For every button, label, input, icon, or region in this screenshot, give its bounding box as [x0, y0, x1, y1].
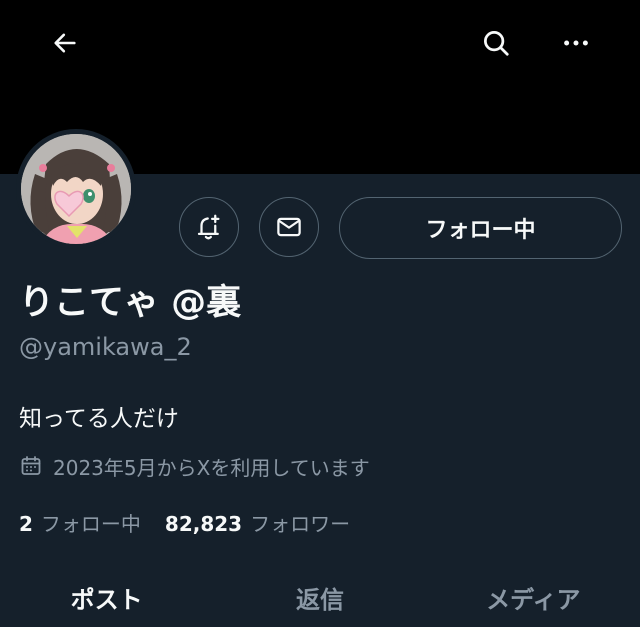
search-button[interactable] — [474, 21, 518, 65]
following-button[interactable]: フォロー中 — [339, 197, 622, 259]
following-count: 2 — [19, 512, 33, 536]
profile-tabs: ポスト 返信 メディア — [0, 568, 640, 627]
tab-media[interactable]: メディア — [427, 568, 640, 627]
mail-icon — [277, 217, 301, 237]
more-button[interactable] — [554, 21, 598, 65]
joined-text: 2023年5月からXを利用しています — [53, 455, 370, 480]
joined-date: 2023年5月からXを利用しています — [19, 452, 370, 480]
arrow-left-icon — [54, 33, 76, 53]
tab-replies[interactable]: 返信 — [213, 568, 426, 627]
more-horizontal-icon — [564, 40, 588, 46]
followers-count: 82,823 — [164, 512, 243, 536]
message-button[interactable] — [259, 197, 319, 257]
profile-stats: 2 フォロー中 82,823 フォロワー — [19, 508, 350, 537]
search-icon — [484, 31, 509, 56]
profile-bio: 知ってる人だけ — [19, 406, 179, 432]
bell-plus-icon — [197, 214, 220, 240]
followers-label: フォロワー — [250, 512, 351, 536]
calendar-icon — [21, 456, 41, 475]
notifications-button[interactable] — [179, 197, 239, 257]
avatar[interactable] — [16, 129, 136, 249]
following-label: フォロー中 — [40, 512, 141, 536]
followers-count-link[interactable]: 82,823 フォロワー — [165, 508, 350, 537]
user-handle: @yamikawa_2 — [19, 333, 192, 361]
following-count-link[interactable]: 2 フォロー中 — [19, 508, 141, 537]
display-name: りこてゃ @裏 — [19, 283, 242, 323]
avatar-image — [21, 134, 131, 244]
tab-posts[interactable]: ポスト — [0, 568, 213, 627]
back-button[interactable] — [43, 21, 87, 65]
